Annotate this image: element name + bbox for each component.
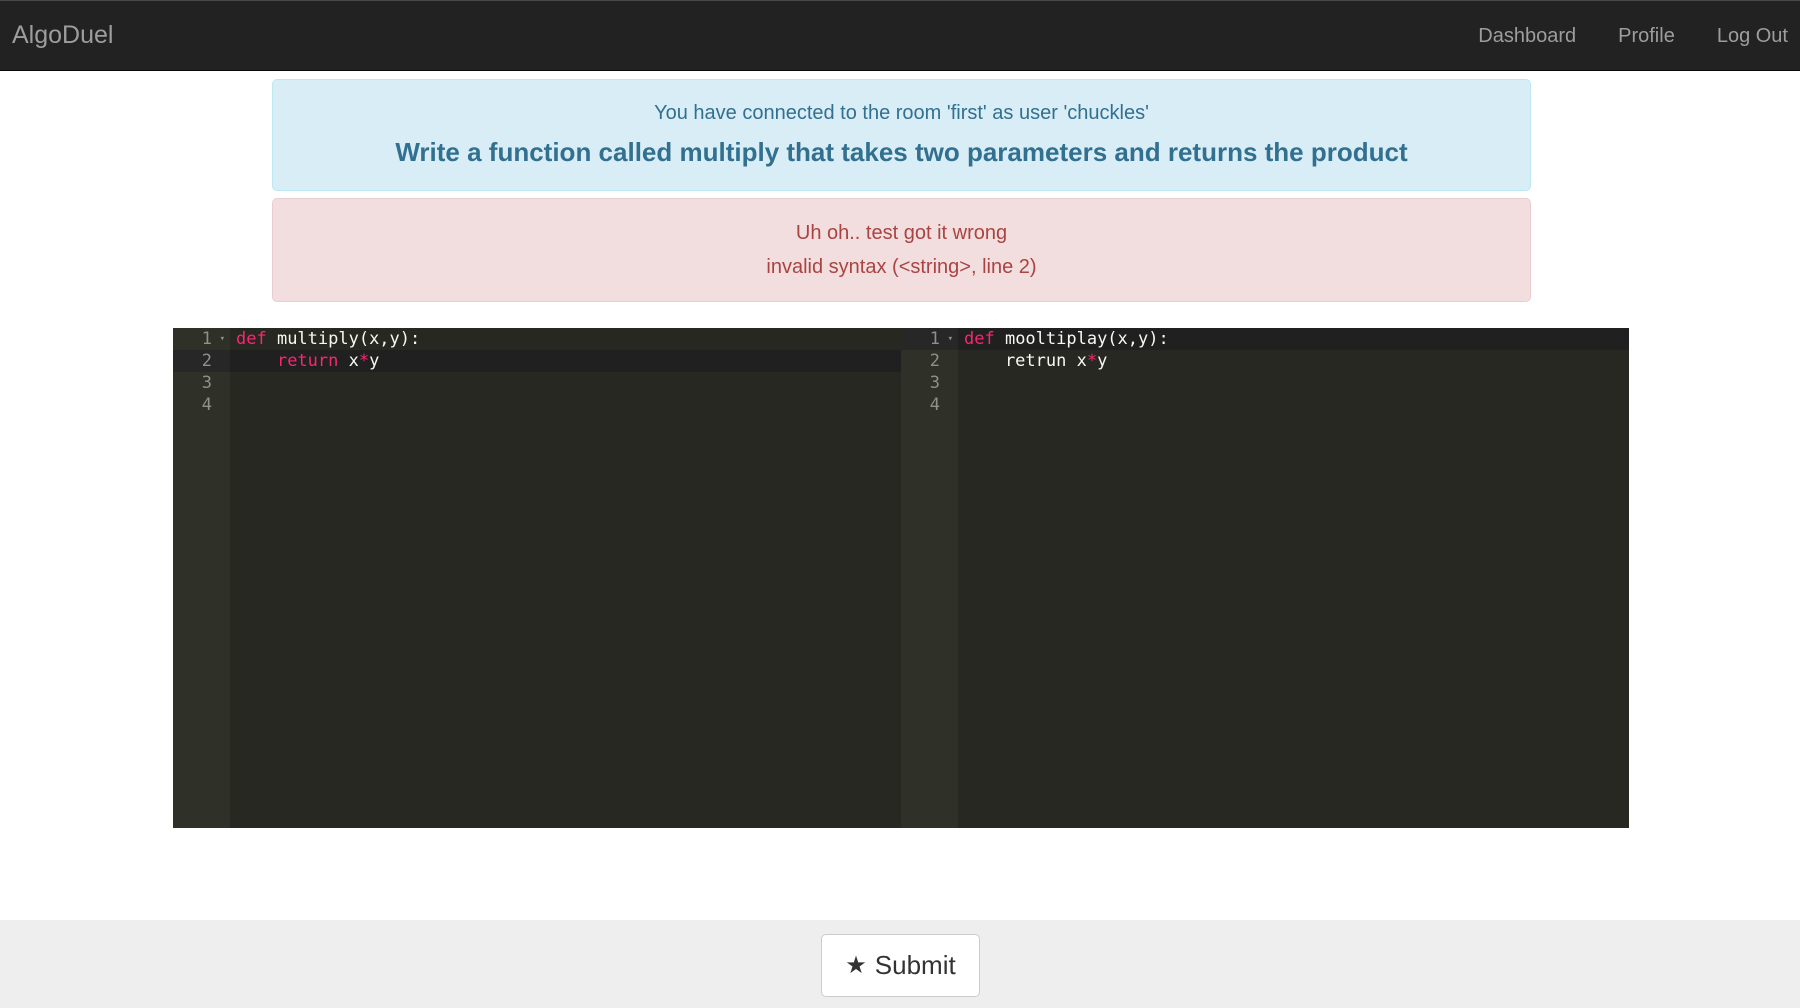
- nav-dashboard-link[interactable]: Dashboard: [1466, 25, 1588, 48]
- error-title: Uh oh.. test got it wrong: [795, 222, 1008, 244]
- code-keyword: def: [964, 329, 995, 349]
- player-code-editor[interactable]: 1 ▾ 2 3 4 def multiply(x,y): return x*y: [173, 328, 901, 828]
- problem-statement: Write a function called multiply that ta…: [395, 137, 1408, 167]
- code-text: mooltiplay(x,y):: [994, 329, 1169, 349]
- submit-label: Submit: [874, 950, 956, 980]
- code-text: retrun x: [964, 351, 1087, 371]
- code-line[interactable]: return x*y: [236, 350, 379, 372]
- line-number: 2: [173, 350, 230, 372]
- editor-code-area[interactable]: def mooltiplay(x,y): retrun x*y: [958, 328, 1629, 828]
- code-text: y: [1097, 351, 1108, 371]
- fold-arrow-icon[interactable]: ▾: [948, 328, 953, 350]
- line-number: 2: [929, 351, 940, 371]
- code-line[interactable]: retrun x*y: [964, 350, 1107, 372]
- editor-gutter: 1 ▾ 2 3 4: [173, 328, 230, 828]
- code-text: x: [338, 351, 359, 371]
- line-number: 1 ▾: [201, 328, 225, 350]
- code-line[interactable]: def mooltiplay(x,y):: [964, 328, 1169, 350]
- error-detail: invalid syntax (<string>, line 2): [766, 256, 1037, 278]
- submit-button[interactable]: ★ Submit: [821, 934, 980, 997]
- test-error-alert: Uh oh.. test got it wrong invalid syntax…: [272, 198, 1531, 302]
- connection-message: You have connected to the room 'first' a…: [654, 102, 1149, 124]
- opponent-code-editor[interactable]: 1 ▾ 2 3 4 def mooltiplay(x,y): retrun x*y: [901, 328, 1629, 828]
- code-keyword: def: [236, 329, 267, 349]
- navbar: AlgoDuel Dashboard Profile Log Out: [0, 0, 1800, 71]
- code-keyword: return: [276, 351, 339, 371]
- nav-links: Dashboard Profile Log Out: [1448, 1, 1800, 72]
- nav-logout-link[interactable]: Log Out: [1705, 25, 1800, 48]
- fold-arrow-icon[interactable]: ▾: [220, 328, 225, 350]
- line-number: 3: [929, 373, 940, 393]
- nav-profile-link[interactable]: Profile: [1606, 25, 1687, 48]
- line-number: 1 ▾: [901, 328, 958, 350]
- editor-gutter: 1 ▾ 2 3 4: [901, 328, 958, 828]
- code-text: multiply(x,y):: [266, 329, 421, 349]
- star-icon: ★: [845, 951, 867, 979]
- code-line[interactable]: def multiply(x,y):: [236, 328, 420, 350]
- brand-link[interactable]: AlgoDuel: [12, 21, 113, 50]
- line-number: 4: [929, 395, 940, 415]
- editor-code-area[interactable]: def multiply(x,y): return x*y: [230, 328, 901, 828]
- code-operator: *: [358, 351, 370, 371]
- line-number: 3: [201, 373, 212, 393]
- code-text: y: [369, 351, 380, 371]
- line-number: 4: [201, 395, 212, 415]
- code-operator: *: [1086, 351, 1098, 371]
- room-info-alert: You have connected to the room 'first' a…: [272, 79, 1531, 191]
- footer-bar: ★ Submit: [0, 920, 1800, 1008]
